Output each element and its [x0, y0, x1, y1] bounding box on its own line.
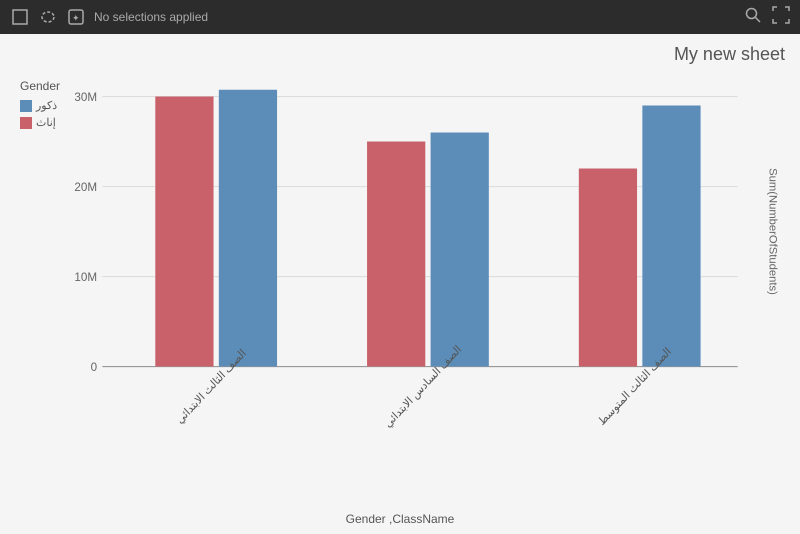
legend-color-female [20, 117, 32, 129]
legend-label-male: ذكور [36, 99, 57, 112]
svg-text:10M: 10M [74, 270, 97, 284]
bar-group1-male[interactable] [219, 90, 277, 367]
toolbar-right-icons [744, 6, 790, 29]
chart-area: 30M 20M 10M 0 الصف الثالث الابتدائي الصف… [60, 74, 780, 479]
toolbar: ✦ No selections applied [0, 0, 800, 34]
svg-text:20M: 20M [74, 180, 97, 194]
bar-group3-female[interactable] [579, 169, 637, 367]
svg-text:✦: ✦ [72, 13, 80, 23]
bar-group2-female[interactable] [367, 142, 425, 367]
bar-group2-male[interactable] [431, 133, 489, 367]
toolbar-status: No selections applied [94, 10, 736, 24]
bar-chart-svg: 30M 20M 10M 0 الصف الثالث الابتدائي الصف… [60, 74, 780, 479]
svg-text:0: 0 [91, 360, 98, 374]
legend-item-female: إناث [20, 116, 60, 129]
lasso-select-icon[interactable] [38, 7, 58, 27]
sheet-title: My new sheet [674, 44, 785, 65]
legend-item-male: ذكور [20, 99, 60, 112]
legend-title: Gender [20, 79, 60, 93]
svg-text:Sum(NumberOfStudents): Sum(NumberOfStudents) [767, 168, 779, 295]
chart-legend: Gender ذكور إناث [20, 79, 60, 129]
x-axis-label: Gender ,ClassName [346, 512, 455, 526]
rectangle-select-icon[interactable] [10, 7, 30, 27]
smart-search-icon[interactable]: ✦ [66, 7, 86, 27]
svg-text:30M: 30M [74, 90, 97, 104]
main-content: My new sheet Gender ذكور إناث 30M 20M 10… [0, 34, 800, 534]
bar-group1-female[interactable] [155, 97, 213, 367]
legend-color-male [20, 100, 32, 112]
legend-label-female: إناث [36, 116, 56, 129]
search-icon[interactable] [744, 6, 762, 29]
bar-group3-male[interactable] [642, 106, 700, 367]
fullscreen-icon[interactable] [772, 6, 790, 29]
